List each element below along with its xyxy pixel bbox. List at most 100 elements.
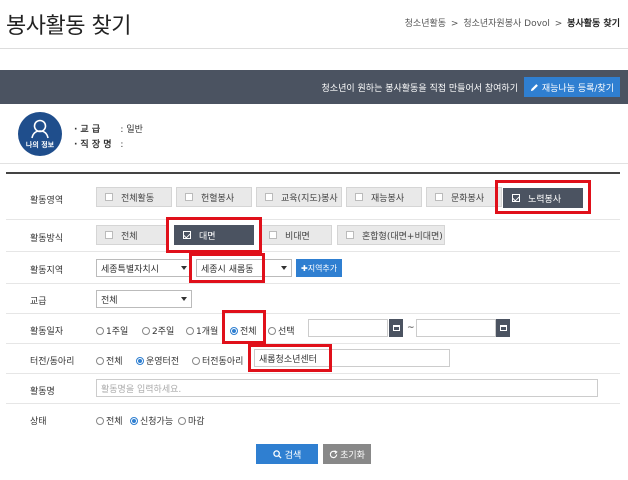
date-separator: ~ bbox=[407, 323, 415, 333]
radio-label: 전체 bbox=[106, 417, 123, 427]
info-row-school-level: · 교 급: 일반 bbox=[74, 122, 143, 135]
radio-label: 2주일 bbox=[152, 327, 175, 337]
info-row-workplace: · 직 장 명: bbox=[74, 137, 123, 150]
page-title: 봉사활동 찾기 bbox=[6, 14, 131, 39]
checkbox-icon bbox=[269, 231, 277, 239]
row-activity-date: 활동일자 1주일 2주일 1개월 전체 선택 ~ bbox=[6, 310, 620, 344]
radio-label: 터전동아리 bbox=[202, 357, 244, 367]
radio-status-available[interactable]: 신청가능 bbox=[130, 414, 173, 427]
radio-icon bbox=[96, 356, 104, 365]
checkbox-icon bbox=[265, 193, 273, 201]
search-button[interactable]: 검색 bbox=[256, 444, 318, 464]
radio-label: 전체 bbox=[106, 357, 123, 367]
radio-label: 전체 bbox=[240, 327, 257, 337]
add-region-button[interactable]: ✚지역추가 bbox=[296, 259, 343, 277]
label-activity-area: 활동영역 bbox=[30, 196, 64, 206]
check-label: 재능봉사 bbox=[371, 193, 405, 204]
label-activity-name: 활동명 bbox=[30, 387, 55, 397]
checkbox-icon bbox=[105, 231, 113, 239]
info-key: 교 급 bbox=[80, 125, 101, 135]
school-level-select[interactable]: 전체 bbox=[96, 290, 192, 308]
check-area-talent[interactable]: 재능봉사 bbox=[346, 187, 422, 207]
radio-status-all[interactable]: 전체 bbox=[96, 414, 123, 427]
check-label: 문화봉사 bbox=[451, 193, 485, 204]
calendar-icon bbox=[499, 325, 507, 331]
reset-button[interactable]: 초기화 bbox=[323, 444, 371, 464]
checkbox-icon bbox=[346, 231, 354, 239]
check-method-mixed[interactable]: 혼합형(대면+비대면) bbox=[337, 225, 445, 245]
radio-date-2week[interactable]: 2주일 bbox=[142, 324, 174, 337]
radio-center-operating[interactable]: 운영터전 bbox=[136, 354, 179, 367]
row-school-level: 교급 전체 bbox=[6, 284, 620, 314]
province-value: 세종특별자치시 bbox=[101, 264, 159, 275]
talent-share-label: 재능나눔 등록/찾기 bbox=[541, 83, 614, 94]
check-label: 대면 bbox=[199, 231, 216, 242]
row-center: 터전/동아리 전체 운영터전 터전동아리 새롬청소년센터 bbox=[6, 344, 620, 374]
radio-icon bbox=[186, 326, 194, 335]
radio-date-custom[interactable]: 선택 bbox=[268, 324, 295, 337]
start-date-input[interactable] bbox=[308, 319, 388, 337]
end-calendar-button[interactable] bbox=[496, 319, 510, 337]
label-activity-region: 활동지역 bbox=[30, 266, 64, 276]
radio-icon bbox=[192, 356, 200, 365]
check-method-all[interactable]: 전체 bbox=[96, 225, 168, 245]
avatar-label: 나의 정보 bbox=[25, 140, 55, 149]
check-label: 전체활동 bbox=[121, 193, 155, 204]
breadcrumb-item-youth-activity[interactable]: 청소년활동 bbox=[405, 19, 446, 29]
check-label: 교육(지도)봉사 bbox=[281, 193, 338, 204]
radio-selected-icon bbox=[230, 326, 238, 335]
radio-selected-icon bbox=[130, 416, 138, 425]
radio-icon bbox=[96, 416, 104, 425]
my-info-panel: 나의 정보 · 교 급: 일반 · 직 장 명: bbox=[0, 106, 628, 164]
check-area-culture[interactable]: 문화봉사 bbox=[426, 187, 502, 207]
check-label: 혼합형(대면+비대면) bbox=[362, 231, 443, 242]
check-method-face[interactable]: 대면 bbox=[174, 225, 254, 245]
breadcrumb-item-dovol[interactable]: 청소년자원봉사 Dovol bbox=[463, 19, 550, 29]
radio-date-1week[interactable]: 1주일 bbox=[96, 324, 128, 337]
pencil-icon bbox=[530, 83, 538, 91]
check-area-labor[interactable]: 노력봉사 bbox=[503, 188, 583, 208]
search-label: 검색 bbox=[284, 450, 302, 461]
radio-date-1month[interactable]: 1개월 bbox=[186, 324, 218, 337]
calendar-icon bbox=[392, 325, 400, 331]
radio-center-club[interactable]: 터전동아리 bbox=[192, 354, 243, 367]
check-area-all[interactable]: 전체활동 bbox=[96, 187, 172, 207]
checkbox-icon bbox=[435, 193, 443, 201]
chevron-down-icon bbox=[281, 266, 287, 270]
row-activity-name: 활동명 활동명을 입력하세요. bbox=[6, 374, 620, 404]
row-status: 상태 전체 신청가능 마감 bbox=[6, 404, 620, 434]
checkbox-icon bbox=[185, 193, 193, 201]
center-name-input[interactable]: 새롬청소년센터 bbox=[254, 349, 450, 367]
breadcrumb-item-current: 봉사활동 찾기 bbox=[567, 19, 620, 29]
label-activity-date: 활동일자 bbox=[30, 327, 64, 337]
row-activity-region: 활동지역 세종특별자치시 세종시 새롬동 ✚지역추가 bbox=[6, 252, 620, 284]
refresh-icon bbox=[329, 449, 338, 458]
radio-label: 1주일 bbox=[106, 327, 129, 337]
label-status: 상태 bbox=[30, 417, 47, 427]
banner: 청소년이 원하는 봉사활동을 직접 만들어서 참여하기 재능나눔 등록/찾기 bbox=[0, 70, 628, 104]
radio-center-all[interactable]: 전체 bbox=[96, 354, 123, 367]
check-area-blood[interactable]: 헌혈봉사 bbox=[176, 187, 252, 207]
search-icon bbox=[272, 449, 282, 459]
banner-text: 청소년이 원하는 봉사활동을 직접 만들어서 참여하기 bbox=[321, 84, 518, 94]
user-icon bbox=[31, 119, 49, 138]
checkbox-checked-icon bbox=[512, 194, 520, 202]
reset-label: 초기화 bbox=[340, 450, 365, 461]
radio-status-closed[interactable]: 마감 bbox=[178, 414, 205, 427]
end-date-input[interactable] bbox=[416, 319, 496, 337]
activity-name-input[interactable]: 활동명을 입력하세요. bbox=[96, 379, 598, 397]
info-value: : bbox=[120, 140, 124, 150]
start-calendar-button[interactable] bbox=[389, 319, 403, 337]
label-activity-method: 활동방식 bbox=[30, 234, 64, 244]
check-method-online[interactable]: 비대면 bbox=[260, 225, 332, 245]
radio-date-all[interactable]: 전체 bbox=[230, 324, 257, 337]
label-center: 터전/동아리 bbox=[30, 357, 75, 367]
chevron-down-icon bbox=[181, 266, 187, 270]
check-label: 전체 bbox=[121, 231, 138, 242]
talent-share-button[interactable]: 재능나눔 등록/찾기 bbox=[523, 77, 620, 97]
radio-label: 1개월 bbox=[196, 327, 219, 337]
province-select[interactable]: 세종특별자치시 bbox=[96, 259, 192, 277]
district-select[interactable]: 세종시 새롬동 bbox=[196, 259, 292, 277]
district-value: 세종시 새롬동 bbox=[201, 264, 254, 275]
check-area-education[interactable]: 교육(지도)봉사 bbox=[256, 187, 342, 207]
